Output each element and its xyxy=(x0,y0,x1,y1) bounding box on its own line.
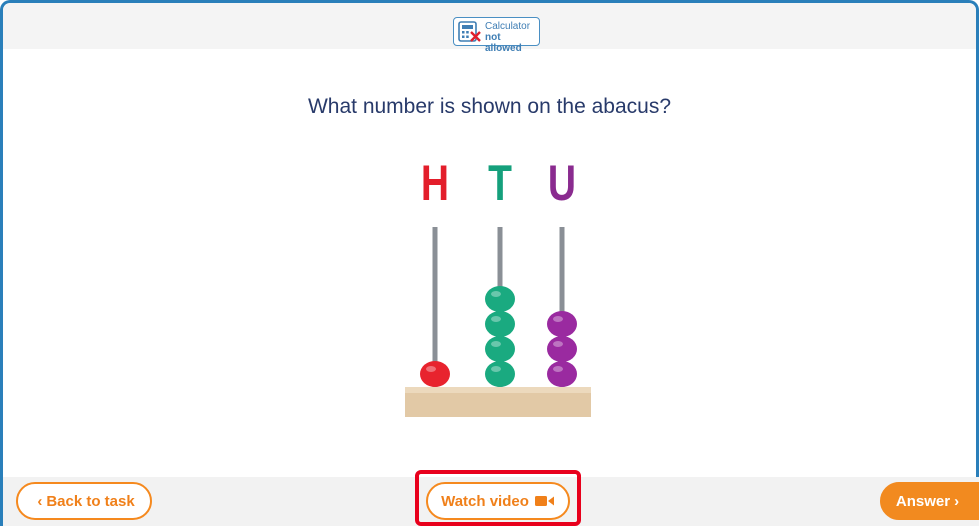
watch-video-label: Watch video xyxy=(441,492,529,510)
calculator-status: not allowed xyxy=(485,32,522,54)
bead-highlight xyxy=(491,291,501,297)
answer-label: Answer xyxy=(895,492,951,510)
abacus-base-top xyxy=(405,387,591,393)
abacus-bead xyxy=(485,361,515,387)
abacus-bead xyxy=(420,361,450,387)
bead-highlight xyxy=(553,316,563,322)
abacus-bead xyxy=(547,311,577,337)
abacus-bead xyxy=(485,286,515,312)
bead-highlight xyxy=(426,366,436,372)
place-value-label-u: U xyxy=(548,154,576,211)
abacus-bead xyxy=(547,361,577,387)
bead-highlight xyxy=(491,341,501,347)
answer-button[interactable]: Answer › xyxy=(880,482,979,520)
question-text: What number is shown on the abacus? xyxy=(307,95,672,118)
bead-highlight xyxy=(553,341,563,347)
chevron-right-icon: › xyxy=(954,492,960,510)
bead-highlight xyxy=(553,366,563,372)
bead-highlight xyxy=(491,316,501,322)
abacus-bead xyxy=(547,336,577,362)
place-value-label-t: T xyxy=(488,154,512,211)
abacus-illustration: HTU xyxy=(405,154,591,417)
calculator-not-allowed-badge: Calculator not allowed xyxy=(453,17,540,54)
abacus-bead xyxy=(485,311,515,337)
calculator-crossed-icon xyxy=(458,21,481,42)
video-camera-icon xyxy=(534,496,554,506)
chevron-left-icon: ‹ xyxy=(37,492,43,510)
abacus-bead xyxy=(485,336,515,362)
bead-highlight xyxy=(491,366,501,372)
back-to-task-label: Back to task xyxy=(46,492,135,510)
watch-video-button[interactable]: Watch video xyxy=(426,482,570,520)
calculator-label: Calculator xyxy=(485,21,531,32)
back-to-task-button[interactable]: ‹ Back to task xyxy=(16,482,152,520)
place-value-label-h: H xyxy=(421,154,449,211)
